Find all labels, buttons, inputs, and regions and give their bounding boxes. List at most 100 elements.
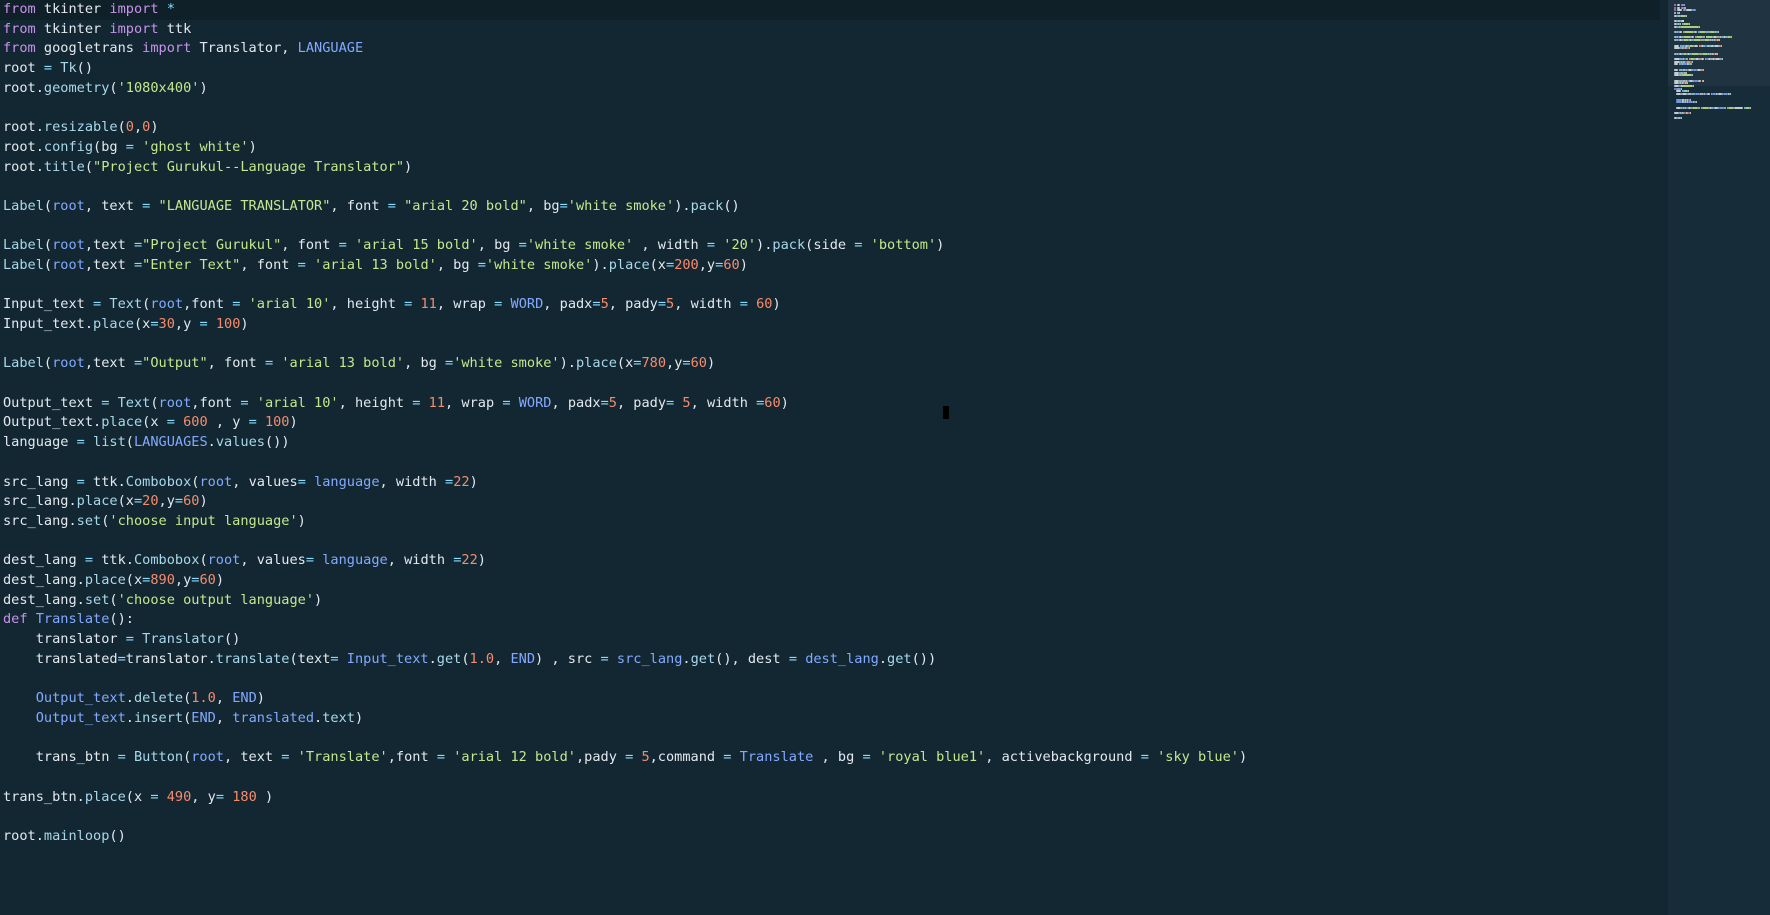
code-token: . — [428, 650, 437, 667]
code-editor[interactable]: from tkinter import * from tkinter import… — [0, 0, 1770, 915]
code-line[interactable]: Label(root,text ="Enter Text", font = 'a… — [0, 256, 1660, 276]
code-line[interactable]: dest_lang.place(x=890,y=60) — [0, 571, 1660, 591]
code-line[interactable]: root.mainloop() — [0, 827, 1660, 847]
code-line[interactable]: from googletrans import Translator, LANG… — [0, 39, 1660, 59]
minimap-token — [1719, 39, 1720, 42]
code-token: 'royal blue1' — [878, 749, 986, 766]
code-line[interactable]: Label(root,text ="Project Gurukul", font… — [0, 236, 1660, 256]
code-line[interactable]: Label(root,text ="Output", font = 'arial… — [0, 354, 1660, 374]
code-token: 11 — [420, 296, 437, 313]
code-line[interactable] — [0, 177, 1660, 197]
code-area[interactable]: from tkinter import * from tkinter import… — [0, 0, 1660, 915]
code-token: 'arial 13 bold' — [281, 355, 405, 372]
code-token: tkinter — [35, 20, 110, 37]
code-line[interactable]: Output_text.insert(END, translated.text) — [0, 709, 1660, 729]
code-token: = — [133, 237, 143, 254]
code-line[interactable]: Output_text.delete(1.0, END) — [0, 689, 1660, 709]
minimap-token — [1713, 106, 1718, 109]
minimap-token — [1679, 25, 1699, 28]
code-line[interactable] — [0, 335, 1660, 355]
code-line[interactable]: root.title("Project Gurukul--Language Tr… — [0, 158, 1660, 178]
code-line[interactable]: from tkinter import * — [0, 0, 1660, 20]
code-token: , width — [633, 237, 707, 254]
code-line[interactable]: translated=translator.translate(text= In… — [0, 650, 1660, 670]
code-token: WORD — [510, 296, 544, 313]
code-line[interactable]: trans_btn = Button(root, text = 'Transla… — [0, 748, 1660, 768]
code-token: END — [510, 650, 536, 667]
code-line[interactable]: root.config(bg = 'ghost white') — [0, 138, 1660, 158]
code-token: = — [93, 296, 102, 313]
code-line[interactable] — [0, 669, 1660, 689]
code-line[interactable]: root = Tk() — [0, 59, 1660, 79]
code-token: , — [494, 650, 511, 667]
code-line[interactable]: trans_btn.place(x = 490, y= 180 ) — [0, 788, 1660, 808]
code-line[interactable]: src_lang = ttk.Combobox(root, values= la… — [0, 473, 1660, 493]
code-token: language — [322, 552, 388, 569]
code-line[interactable] — [0, 276, 1660, 296]
code-line[interactable] — [0, 374, 1660, 394]
code-token: (bg — [93, 138, 126, 155]
code-line[interactable]: translator = Translator() — [0, 630, 1660, 650]
code-line[interactable] — [0, 807, 1660, 827]
code-line[interactable] — [0, 768, 1660, 788]
code-token: = — [330, 650, 339, 667]
code-line[interactable] — [0, 453, 1660, 473]
code-token: () — [723, 197, 740, 214]
minimap-token — [1682, 90, 1688, 93]
code-line[interactable]: def Translate(): — [0, 610, 1660, 630]
code-token: ) , src — [535, 650, 601, 667]
code-line[interactable]: root.geometry('1080x400') — [0, 79, 1660, 99]
code-line[interactable] — [0, 532, 1660, 552]
code-token: geometry — [43, 79, 110, 96]
code-token: root — [158, 394, 192, 411]
code-line[interactable]: Output_text = Text(root,font = 'arial 10… — [0, 394, 1660, 414]
code-token: root — [52, 355, 85, 372]
code-line[interactable]: Output_text.place(x = 600 , y = 100) — [0, 413, 1660, 433]
code-line[interactable]: src_lang.place(x=20,y=60) — [0, 492, 1660, 512]
code-line[interactable]: dest_lang = ttk.Combobox(root, values= l… — [0, 551, 1660, 571]
code-line[interactable]: Input_text = Text(root,font = 'arial 10'… — [0, 295, 1660, 315]
code-token: = — [739, 296, 748, 313]
code-token: translate — [215, 650, 290, 667]
code-token: dest_lang. — [3, 591, 85, 608]
code-line[interactable]: root.resizable(0,0) — [0, 118, 1660, 138]
code-token: (x — [117, 493, 134, 510]
code-line[interactable]: dest_lang.set('choose output language') — [0, 591, 1660, 611]
code-line[interactable]: from tkinter import ttk — [0, 20, 1660, 40]
code-token: ) — [150, 119, 159, 136]
code-token: = — [682, 355, 691, 372]
minimap-token — [1689, 98, 1691, 101]
code-token: src_lang. — [3, 512, 77, 529]
code-line[interactable]: Label(root, text = "LANGUAGE TRANSLATOR"… — [0, 197, 1660, 217]
code-token: (side — [805, 237, 855, 254]
minimap-token — [1680, 87, 1682, 90]
code-token: ,y — [174, 316, 200, 332]
code-token: , wrap — [436, 296, 495, 313]
code-token: place — [101, 414, 143, 431]
minimap-token — [1680, 74, 1692, 77]
code-line[interactable]: src_lang.set('choose input language') — [0, 512, 1660, 532]
code-token: Label — [3, 237, 44, 254]
code-line[interactable] — [0, 217, 1660, 237]
code-token: WORD — [518, 394, 552, 411]
code-token: trans_btn. — [3, 788, 85, 805]
minimap[interactable] — [1668, 0, 1770, 915]
code-token: def — [3, 611, 28, 628]
code-token: * — [158, 1, 175, 17]
code-line[interactable] — [0, 98, 1660, 118]
code-line[interactable]: Input_text.place(x=30,y = 100) — [0, 315, 1660, 335]
code-token: ). — [756, 237, 773, 254]
code-line[interactable] — [0, 728, 1660, 748]
code-token: 60 — [183, 493, 200, 510]
code-line[interactable]: language = list(LANGUAGES.values()) — [0, 433, 1660, 453]
code-token: 1.0 — [191, 690, 216, 707]
code-token: ) — [936, 237, 945, 254]
